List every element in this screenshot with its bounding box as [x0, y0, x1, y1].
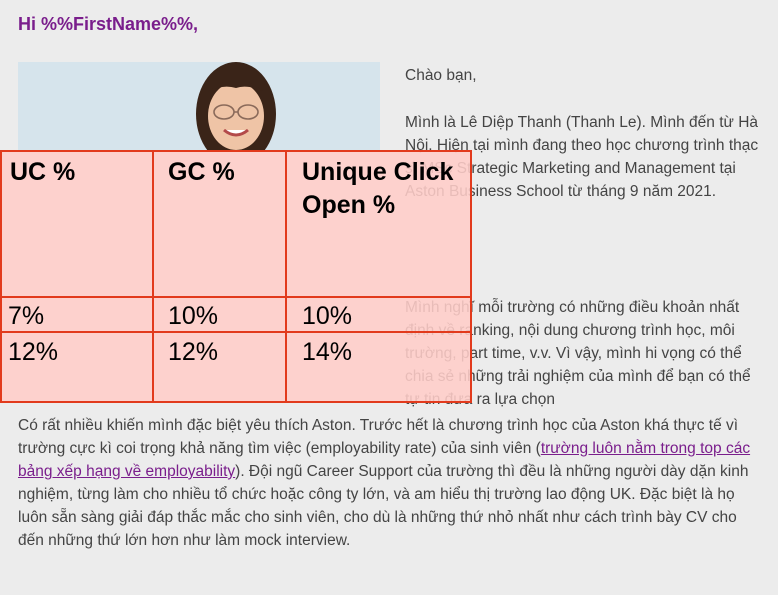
paragraph-hello: Chào bạn,	[405, 67, 477, 84]
table-divider	[2, 296, 470, 298]
table-cell: 12%	[168, 338, 219, 366]
author-photo	[18, 62, 380, 152]
table-cell: 10%	[168, 302, 219, 330]
table-cell: 14%	[302, 338, 353, 366]
email-greeting: Hi %%FirstName%%,	[18, 14, 199, 34]
table-cell: 12%	[8, 338, 59, 366]
table-cell: 7%	[8, 302, 45, 330]
stats-overlay-table: UC % GC % Unique Click Open % 7% 10% 10%…	[0, 150, 472, 403]
header-gc: GC %	[168, 158, 235, 186]
table-divider	[2, 331, 470, 333]
table-divider	[285, 152, 287, 401]
paragraph-lower: Có rất nhiều khiến mình đặc biệt yêu thí…	[18, 414, 763, 552]
table-divider	[152, 152, 154, 401]
header-uc: UC %	[10, 158, 76, 186]
author-photo-image	[18, 62, 380, 152]
header-unique-click-open: Unique Click Open %	[302, 158, 454, 219]
table-cell: 10%	[302, 302, 353, 330]
